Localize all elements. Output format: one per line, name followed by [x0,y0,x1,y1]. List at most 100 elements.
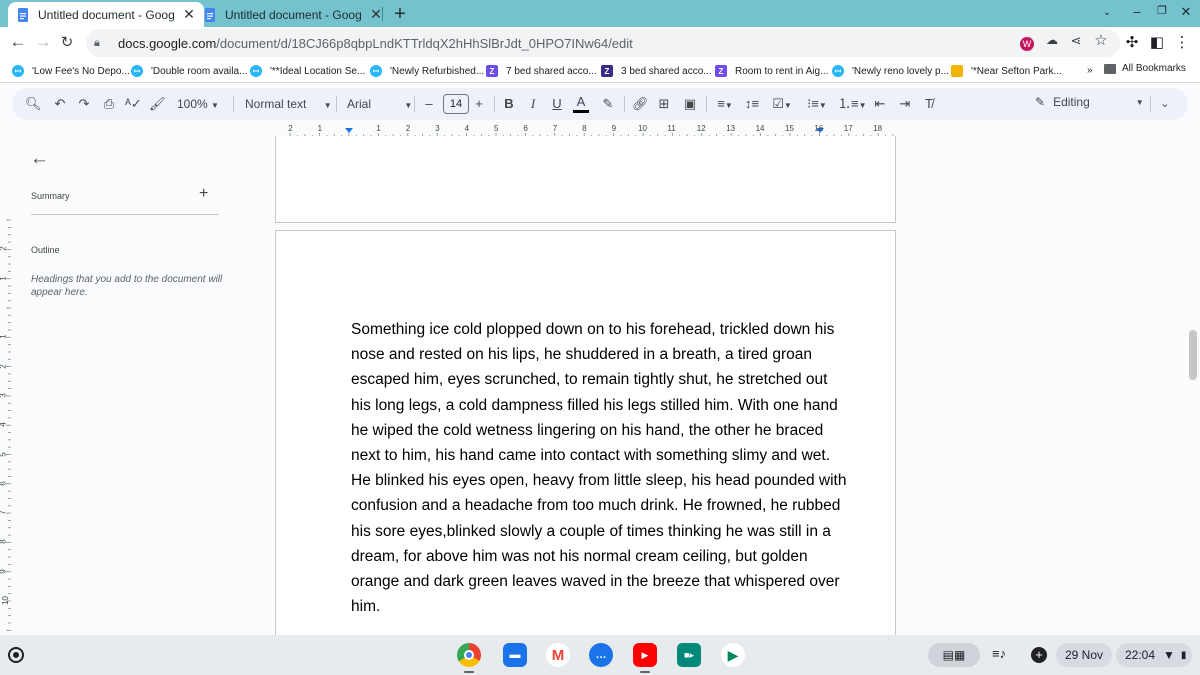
outline-empty-message: Headings that you add to the document wi… [31,274,223,298]
lock-icon[interactable]: 🔒︎ [94,37,108,50]
divider [31,214,219,215]
close-tab-icon[interactable]: ✕ [369,6,383,23]
numbered-list-icon[interactable]: ⒈≡▼ [838,95,867,113]
text-line: his long legs, a cold dampness filled hi… [351,396,838,414]
meet-icon[interactable]: ■▸ [677,643,701,667]
tab-docs-active[interactable]: Untitled document - Google Docs ✕ [8,2,204,27]
clock: 22:04 [1125,648,1156,662]
undo-icon[interactable]: ↶ [52,95,68,113]
files-icon[interactable]: ▬ [503,643,527,667]
bulleted-list-icon[interactable]: ⁝≡▼ [804,95,830,113]
wifi-icon: ▼ [1163,648,1175,662]
clear-formatting-icon[interactable]: T̸ [921,95,937,113]
bookmark-item[interactable]: ꟷ 'Low Fee's No Depo... [12,63,130,79]
extension-badge-icon[interactable]: W [1020,37,1034,51]
circle-logo-icon: ꟷ [370,65,382,77]
close-window-icon[interactable]: ✕ [1177,4,1195,20]
address-bar: ← → ↻ 🔒︎ docs.google.com/document/d/18CJ… [0,27,1200,59]
extensions-puzzle-icon[interactable]: ✣ [1122,33,1142,51]
side-panel-icon[interactable]: ◧ [1147,33,1167,51]
font-size-input[interactable]: 14 [443,94,469,114]
document-page-previous[interactable] [275,136,896,223]
underline-button[interactable]: U [550,95,564,113]
editing-mode-select[interactable]: ✎ Editing ▼ [1035,95,1144,109]
launcher-icon[interactable] [8,647,24,663]
share-icon[interactable]: ⋖ [1067,33,1085,51]
youtube-icon[interactable]: ▶ [633,643,657,667]
insert-link-icon[interactable]: 🔗︎ [632,95,649,113]
playlist-icon[interactable]: ≡♪ [992,646,1006,661]
close-tab-icon[interactable]: ✕ [182,6,196,23]
pencil-icon: ✎ [1035,95,1046,109]
ruler-number: 16 [814,124,824,133]
add-summary-button[interactable]: + [199,185,208,203]
bookmark-item[interactable]: ꟷ 'Double room availa... [131,63,247,79]
print-icon[interactable]: ⎙ [101,95,117,113]
search-menus-icon[interactable]: 🔍︎ [25,95,42,113]
tab-search-icon[interactable]: ⌄ [1098,7,1116,18]
italic-button[interactable]: I [526,95,540,113]
restore-icon[interactable]: ❐ [1153,4,1171,17]
menu-kebab-icon[interactable]: ⋮ [1172,33,1192,51]
url-field[interactable]: 🔒︎ docs.google.com/document/d/18CJ66p8qb… [86,29,1120,57]
bold-button[interactable]: B [502,95,516,113]
messages-icon[interactable]: … [589,643,613,667]
os-shelf: ▬ M … ▶ ■▸ ▶ ▤▦ ≡♪ + 29 Nov 22:04 ▼ ▮ [0,635,1200,675]
vertical-ruler[interactable] [0,138,12,635]
checklist-icon[interactable]: ☑▼ [769,95,795,113]
line-spacing-icon[interactable]: ↕≡ [744,95,760,113]
align-left-icon[interactable]: ≡▼ [712,95,738,113]
paint-format-icon[interactable]: 🖌︎ [149,95,166,113]
add-icon[interactable]: + [1027,643,1051,667]
cloud-sync-icon[interactable]: ☁ [1043,33,1061,51]
ruler-number: 4 [0,422,8,426]
tab-docs-2[interactable]: Untitled document - Google Docs ✕ [195,2,391,27]
bookmark-item[interactable]: ꟷ 'Newly reno lovely p... [832,63,949,79]
decrease-font-size-icon[interactable]: – [422,95,436,113]
left-indent-marker[interactable] [345,128,353,133]
folder-icon [1104,63,1116,74]
back-icon[interactable]: ← [7,32,29,52]
forward-icon[interactable]: → [32,32,54,52]
text-line: Something ice cold plopped down on to hi… [351,321,835,338]
reload-icon[interactable]: ↻ [56,33,78,51]
add-comment-icon[interactable]: ⊞ [656,95,672,113]
spellcheck-icon[interactable]: ᴬ✓ [125,95,142,113]
decrease-indent-icon[interactable]: ⇤ [872,95,888,113]
document-body[interactable]: Something ice cold plopped down on to hi… [351,317,846,619]
close-outline-icon[interactable]: ← [30,148,49,170]
bookmark-item[interactable]: ꟷ 'Newly Refurbished... [370,63,484,79]
chrome-icon[interactable] [457,643,481,667]
font-select[interactable]: Arial ▼ [347,95,412,113]
collapse-menus-icon[interactable]: ⌄ [1158,95,1172,113]
increase-font-size-icon[interactable]: + [472,95,486,113]
more-bookmarks-chevron[interactable]: » [1087,65,1093,76]
bookmark-item[interactable]: '*Near Sefton Park... [951,63,1062,79]
bookmark-item[interactable]: ꟷ '**Ideal Location Se... [250,63,365,79]
bookmark-item[interactable]: Z7 bed shared acco... [486,63,597,79]
bookmark-star-icon[interactable]: ☆ [1092,31,1110,49]
new-tab-button[interactable]: + [390,3,410,26]
play-store-icon[interactable]: ▶ [721,643,745,667]
z-dark-logo-icon: Z [601,65,613,77]
tab-separator [382,7,383,21]
ruler-number: 12 [696,124,706,133]
insert-image-icon[interactable]: ▣ [682,95,698,113]
bookmark-item[interactable]: Z3 bed shared acco... [601,63,712,79]
redo-icon[interactable]: ↷ [76,95,92,113]
minimize-icon[interactable]: – [1128,4,1146,19]
holding-space-thumbnails[interactable]: ▤▦ [928,643,980,667]
date-pill[interactable]: 29 Nov [1056,643,1112,667]
ruler-number: 2 [0,247,8,251]
text-color-button[interactable]: A [573,95,589,113]
paragraph-style-select[interactable]: Normal text ▼ [245,95,332,113]
scrollbar-thumb[interactable] [1189,330,1197,380]
gmail-icon[interactable]: M [546,643,570,667]
bookmark-item[interactable]: Z Room to rent in Aig... [715,63,828,79]
zoom-select[interactable]: 100% ▼ [177,95,219,113]
highlight-color-icon[interactable]: ✎ [600,95,616,113]
all-bookmarks-button[interactable]: All Bookmarks [1104,63,1186,74]
document-page[interactable]: Something ice cold plopped down on to hi… [275,230,896,650]
status-area[interactable]: 22:04 ▼ ▮ [1116,643,1192,667]
increase-indent-icon[interactable]: ⇥ [897,95,913,113]
